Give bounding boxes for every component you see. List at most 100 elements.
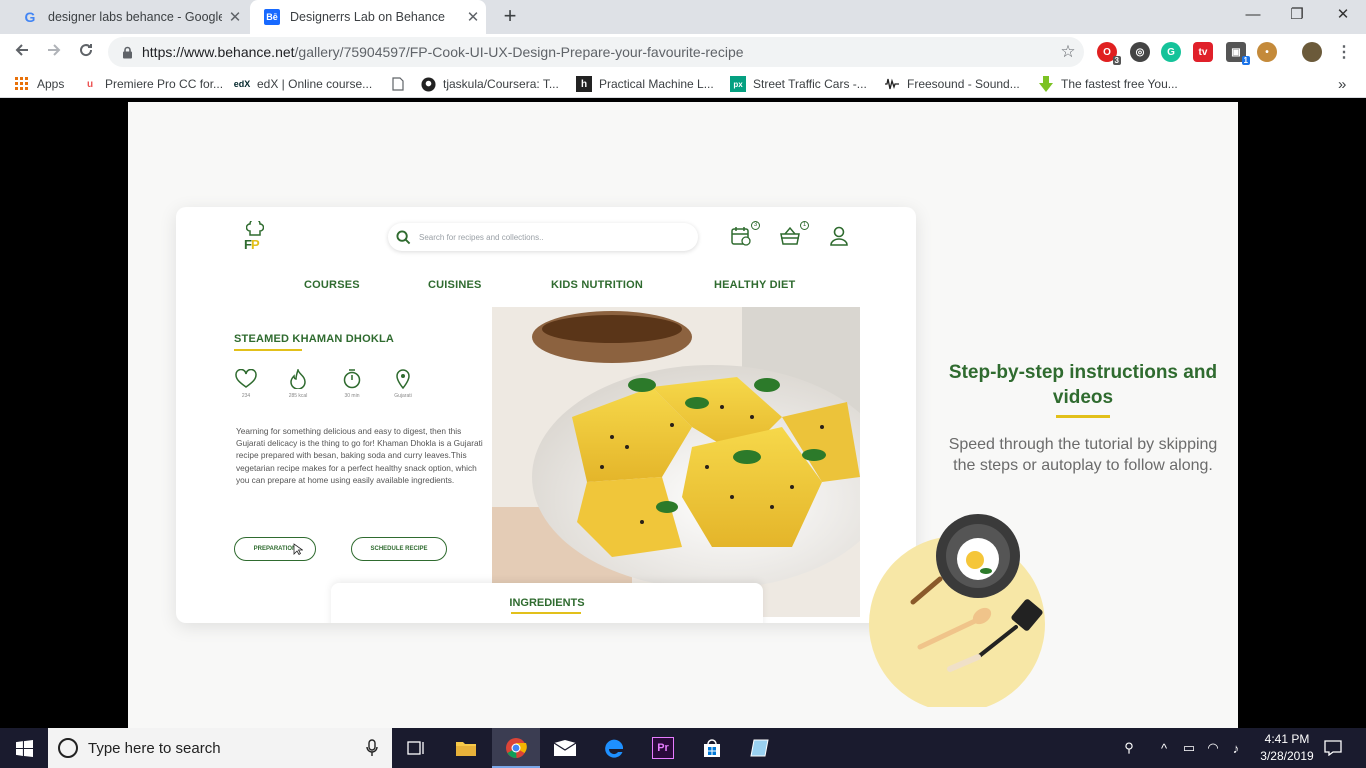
behance-icon: Bē	[264, 9, 280, 25]
feature-description: Speed through the tutorial by skipping t…	[948, 436, 1218, 474]
bookmark-freesound[interactable]: Freesound - Sound...	[884, 70, 1020, 98]
new-tab-button[interactable]: +	[498, 4, 522, 30]
wifi-icon[interactable]: ◠	[1202, 728, 1224, 768]
bookmarks-overflow-button[interactable]: »	[1338, 70, 1346, 98]
feature-title-underline	[1056, 415, 1110, 418]
calendar-button[interactable]: 3	[730, 221, 760, 249]
address-bar[interactable]: https://www.behance.net/gallery/75904597…	[108, 37, 1084, 67]
likes-stat[interactable]: 234	[231, 369, 261, 399]
basket-button[interactable]: 1	[779, 221, 809, 249]
edge-icon	[605, 739, 623, 758]
menu-healthy-diet[interactable]: HEALTHY DIET	[714, 279, 795, 291]
mail-icon	[553, 740, 577, 756]
github-icon	[420, 76, 436, 92]
windows-taskbar: Type here to search Pr ⚲ ^ ▭ ◠ ♪ 4:41 PM…	[0, 728, 1366, 768]
bookmark-apps[interactable]: Apps	[14, 70, 64, 98]
bookmark-edx[interactable]: edX edX | Online course...	[234, 70, 372, 98]
notepad-button[interactable]	[737, 728, 785, 768]
grammarly-icon[interactable]: G	[1161, 42, 1181, 62]
store-button[interactable]	[688, 728, 736, 768]
bookmark-street-traffic[interactable]: px Street Traffic Cars -...	[730, 70, 867, 98]
battery-icon[interactable]: ▭	[1178, 728, 1200, 768]
calendar-clock-icon	[731, 227, 751, 246]
close-tab-icon[interactable]: ✕	[460, 8, 486, 26]
cuisine-stat: Gujarati	[388, 369, 418, 399]
volume-icon[interactable]: ♪	[1224, 728, 1248, 768]
sync-extension-icon[interactable]: ◎	[1130, 42, 1150, 62]
premiere-button[interactable]: Pr	[639, 728, 687, 768]
edge-button[interactable]	[590, 728, 638, 768]
store-bag-icon	[704, 739, 720, 757]
notepad-icon	[750, 739, 769, 757]
bookmark-premiere[interactable]: u Premiere Pro CC for...	[82, 70, 223, 98]
back-arrow-icon	[15, 44, 28, 56]
close-tab-icon[interactable]: ✕	[222, 8, 248, 26]
location-pin-icon	[396, 369, 410, 389]
windows-logo-icon	[15, 739, 33, 757]
menu-courses[interactable]: COURSES	[304, 279, 360, 291]
page-viewport: FP Search for recipes and collections.. …	[0, 99, 1366, 728]
tv-extension-icon[interactable]: tv	[1193, 42, 1213, 62]
taskbar-search-input[interactable]: Type here to search	[48, 728, 392, 768]
show-hidden-icons-chevron-icon[interactable]: ^	[1154, 728, 1174, 768]
bookmark-fastest-free[interactable]: The fastest free You...	[1038, 70, 1178, 98]
recipe-search-input[interactable]: Search for recipes and collections..	[388, 223, 698, 251]
tab-behance[interactable]: Bē Designerrs Lab on Behance ✕	[250, 0, 486, 34]
search-placeholder: Search for recipes and collections..	[419, 232, 544, 242]
ingredients-label: INGREDIENTS	[509, 597, 585, 609]
menu-cuisines[interactable]: CUISINES	[428, 279, 482, 291]
microphone-icon[interactable]	[366, 739, 378, 757]
task-view-icon	[407, 741, 424, 755]
cookie-extension-icon[interactable]: •	[1257, 42, 1277, 62]
chrome-taskbar-button[interactable]	[492, 728, 540, 768]
bookmark-document[interactable]	[390, 70, 413, 98]
udemy-icon: u	[86, 78, 94, 90]
profile-button[interactable]	[828, 225, 852, 249]
menu-dots-icon[interactable]: ⋮	[1334, 42, 1354, 62]
tab-google-search[interactable]: G designer labs behance - Google S ✕	[8, 0, 248, 34]
start-button[interactable]	[0, 728, 48, 768]
download-arrow-icon	[1038, 76, 1054, 92]
task-view-button[interactable]	[392, 728, 440, 768]
forward-arrow-icon	[48, 44, 61, 56]
ingredients-underline	[511, 612, 581, 614]
fp-logo: FP	[244, 221, 266, 253]
menu-kids-nutrition[interactable]: KIDS NUTRITION	[551, 279, 643, 291]
dish-title: STEAMED KHAMAN DHOKLA	[234, 333, 395, 345]
bookmarks-bar: Apps u Premiere Pro CC for... edX edX | …	[0, 70, 1366, 98]
forward-button[interactable]	[42, 40, 66, 64]
tab-title: Designerrs Lab on Behance	[290, 10, 445, 24]
px-icon: px	[730, 76, 746, 92]
title-underline	[234, 349, 302, 351]
people-icon[interactable]: ⚲	[1116, 728, 1142, 768]
cube-extension-icon[interactable]: ▣ 1	[1226, 42, 1250, 65]
edx-icon: edX	[233, 79, 251, 89]
folder-icon	[456, 742, 476, 756]
notification-center-icon[interactable]	[1316, 728, 1350, 768]
waveform-icon	[884, 76, 900, 92]
bookmark-star-icon[interactable]: ☆	[1052, 42, 1084, 62]
user-icon	[830, 226, 848, 246]
profile-avatar[interactable]	[1302, 42, 1322, 62]
time-stat: 30 min	[337, 369, 367, 399]
restore-button[interactable]: ❐	[1274, 0, 1320, 30]
bookmark-github[interactable]: tjaskula/Coursera: T...	[420, 70, 559, 98]
h-icon: h	[576, 76, 592, 92]
back-button[interactable]	[10, 40, 34, 64]
basket-icon	[780, 226, 800, 245]
mail-button[interactable]	[541, 728, 589, 768]
close-window-button[interactable]: ✕	[1320, 0, 1366, 30]
timer-icon	[343, 369, 361, 389]
opera-extension-icon[interactable]: O3	[1097, 42, 1121, 65]
file-explorer-button[interactable]	[442, 728, 490, 768]
cortana-icon	[58, 738, 78, 758]
preparation-button[interactable]: PREPARATION	[234, 537, 316, 561]
behance-project-canvas: FP Search for recipes and collections.. …	[128, 102, 1238, 728]
dish-description: Yearning for something delicious and eas…	[236, 426, 483, 485]
ingredients-tab[interactable]: INGREDIENTS	[331, 583, 763, 623]
minimize-button[interactable]: —	[1230, 0, 1276, 30]
reload-button[interactable]	[74, 40, 98, 64]
bookmark-practical-ml[interactable]: h Practical Machine L...	[576, 70, 714, 98]
dhokla-photo	[492, 307, 860, 617]
schedule-recipe-button[interactable]: SCHEDULE RECIPE	[351, 537, 447, 561]
